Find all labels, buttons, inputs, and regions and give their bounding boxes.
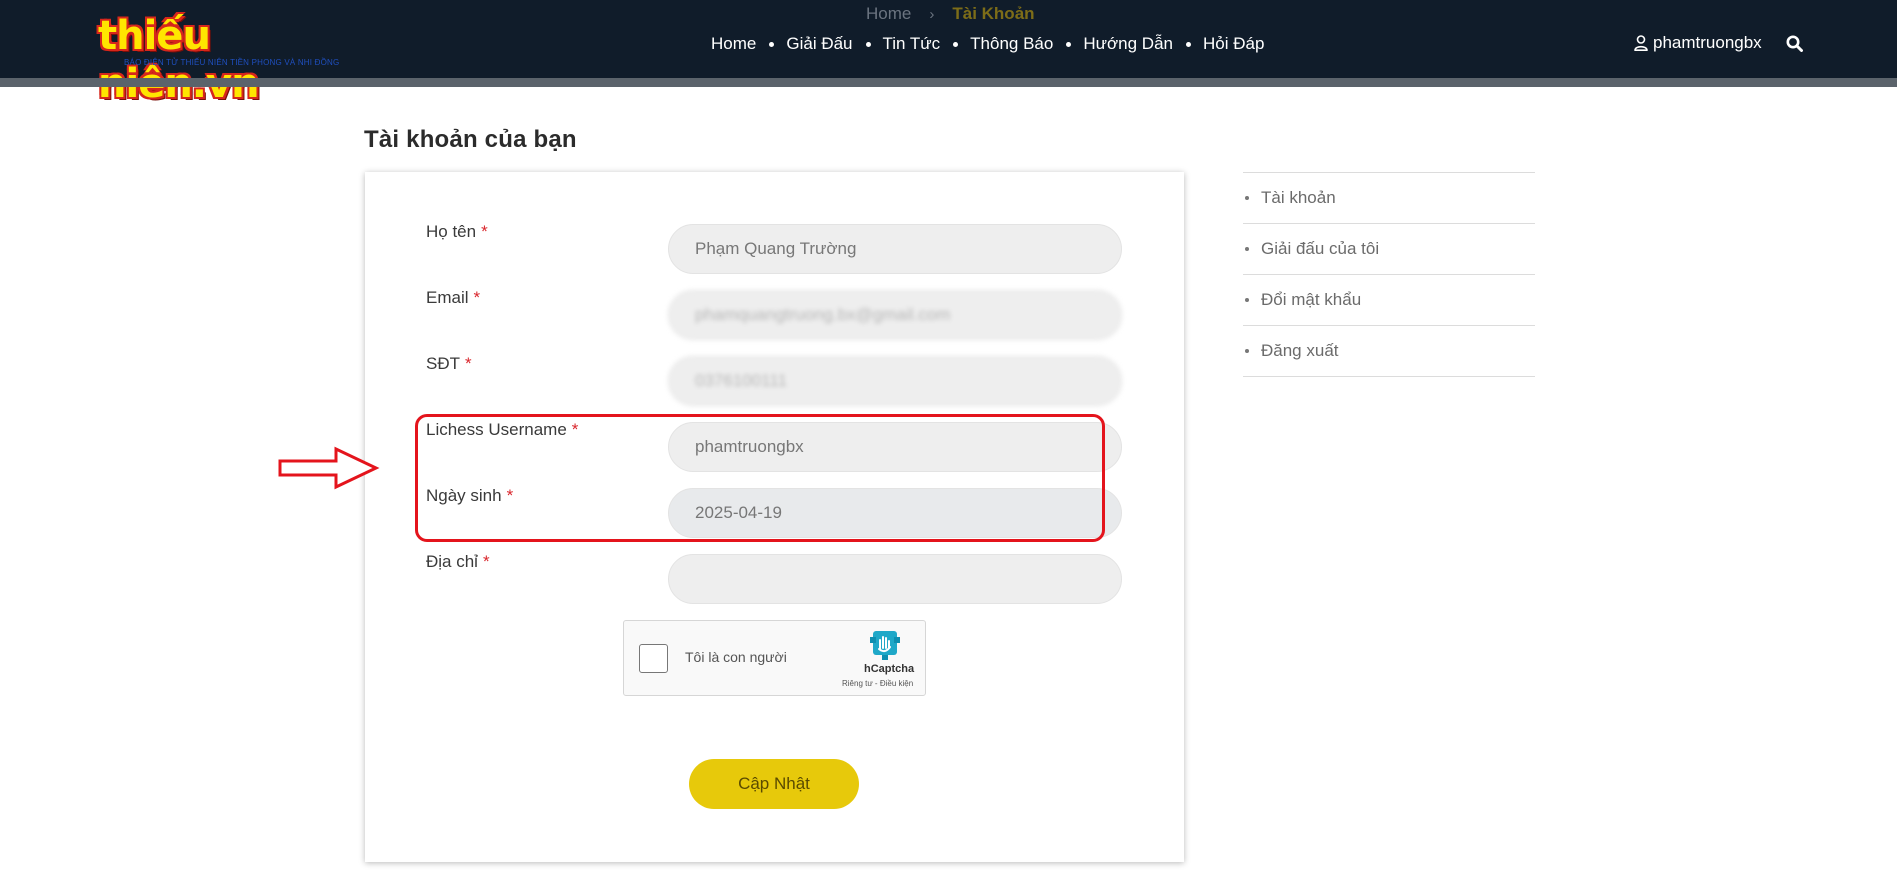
lichess-username-field[interactable]: phamtruongbx <box>668 422 1122 472</box>
address-field[interactable] <box>668 554 1122 604</box>
captcha-links[interactable]: Riêng tư - Điều kiện <box>842 679 913 688</box>
bullet-icon <box>1245 349 1249 353</box>
sidebar-item-label: Tài khoản <box>1261 188 1336 207</box>
breadcrumb-current: Tài Khoản <box>952 4 1035 23</box>
user-icon <box>1634 35 1648 51</box>
breadcrumb-separator-icon: › <box>929 5 935 23</box>
phone-label: SĐT * <box>426 354 472 373</box>
sidebar-item-label: Đổi mật khẩu <box>1261 290 1362 309</box>
nav-separator-dot <box>1066 41 1072 47</box>
sidebar-item-account[interactable]: Tài khoản <box>1243 173 1535 224</box>
user-account-link[interactable]: phamtruongbx <box>1634 33 1762 53</box>
required-mark: * <box>481 222 488 241</box>
lichess-username-label: Lichess Username * <box>426 420 579 439</box>
nav-separator-dot <box>769 41 775 47</box>
nav-item-home[interactable]: Home <box>711 34 756 54</box>
captcha-checkbox[interactable] <box>639 644 668 673</box>
breadcrumb: Home › Tài Khoản <box>866 4 1035 24</box>
hcaptcha-logo-icon <box>870 631 900 660</box>
birthdate-label: Ngày sinh * <box>426 486 514 505</box>
sidebar-item-label: Giải đấu của tôi <box>1261 239 1380 258</box>
full-name-label: Họ tên * <box>426 222 488 241</box>
nav-item-giai-dau[interactable]: Giải Đấu <box>786 34 852 54</box>
email-field[interactable]: phamquangtruong.bx@gmail.com <box>668 290 1122 340</box>
phone-field[interactable]: 0376100111 <box>668 356 1122 406</box>
bullet-icon <box>1245 247 1249 251</box>
sidebar-item-change-password[interactable]: Đổi mật khẩu <box>1243 275 1535 326</box>
address-label: Địa chỉ * <box>426 552 490 571</box>
search-icon[interactable] <box>1786 35 1803 52</box>
email-label: Email * <box>426 288 481 307</box>
bullet-icon <box>1245 298 1249 302</box>
nav-item-hoi-dap[interactable]: Hỏi Đáp <box>1203 34 1264 54</box>
captcha-label: Tôi là con người <box>685 649 787 665</box>
account-sidebar: Tài khoản Giải đấu của tôi Đổi mật khẩu … <box>1243 172 1535 377</box>
nav-separator-dot <box>1185 41 1191 47</box>
required-mark: * <box>506 486 514 505</box>
header-bottom-strip <box>0 78 1897 87</box>
sidebar-item-label: Đăng xuất <box>1261 341 1339 360</box>
top-navbar: thiếu niên.vn BÁO ĐIỆN TỬ THIẾU NIÊN TIỀ… <box>0 0 1897 107</box>
logo-subtitle: BÁO ĐIỆN TỬ THIẾU NIÊN TIỀN PHONG VÀ NHI… <box>124 58 340 67</box>
birthdate-field[interactable]: 2025-04-19 <box>668 488 1122 538</box>
main-nav: Home Giải Đấu Tin Tức Thông Báo Hướng Dẫ… <box>711 32 1264 56</box>
sidebar-item-logout[interactable]: Đăng xuất <box>1243 326 1535 377</box>
page-title: Tài khoản của bạn <box>364 126 577 153</box>
nav-separator-dot <box>865 41 871 47</box>
required-mark: * <box>571 420 579 439</box>
required-mark: * <box>465 354 472 373</box>
site-logo[interactable]: thiếu niên.vn BÁO ĐIỆN TỬ THIẾU NIÊN TIỀ… <box>98 12 358 107</box>
sidebar-item-my-tournaments[interactable]: Giải đấu của tôi <box>1243 224 1535 275</box>
full-name-field[interactable]: Phạm Quang Trường <box>668 224 1122 274</box>
captcha-brand: hCaptcha <box>864 663 915 675</box>
bullet-icon <box>1245 196 1249 200</box>
username-label: phamtruongbx <box>1653 33 1762 52</box>
required-mark: * <box>473 288 481 307</box>
nav-item-thong-bao[interactable]: Thông Báo <box>970 34 1053 54</box>
nav-separator-dot <box>953 41 959 47</box>
breadcrumb-home-link[interactable]: Home <box>866 4 911 24</box>
nav-item-tin-tuc[interactable]: Tin Tức <box>883 34 941 54</box>
required-mark: * <box>482 552 490 571</box>
hcaptcha-widget: Tôi là con người hCaptcha Riêng tư - Điề… <box>623 620 926 696</box>
nav-item-huong-dan[interactable]: Hướng Dẫn <box>1083 34 1173 54</box>
update-button[interactable]: Cập Nhật <box>689 759 859 809</box>
